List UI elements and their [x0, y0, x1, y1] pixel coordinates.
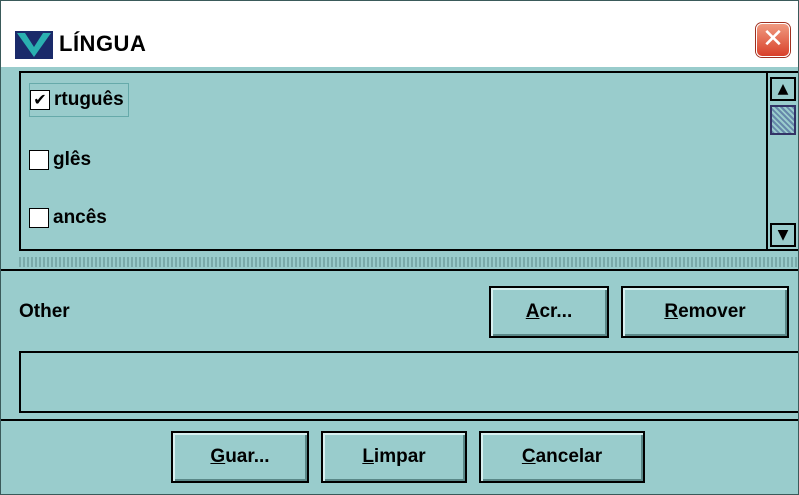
list-item-label: glês — [53, 149, 92, 170]
close-button[interactable]: ✕ — [756, 23, 790, 57]
divider — [1, 269, 798, 271]
checkbox-portugues[interactable]: ✔ — [30, 90, 50, 110]
button-label: cr... — [539, 301, 573, 322]
language-list[interactable]: ✔ rtuguês glês ancês ▲ ▼ — [19, 71, 798, 251]
divider — [1, 419, 798, 421]
button-label: ancelar — [535, 446, 603, 467]
save-button[interactable]: Guar... — [171, 431, 309, 483]
cancel-button[interactable]: Cancelar — [479, 431, 645, 483]
checkbox-frances[interactable] — [29, 208, 49, 228]
split-pane-divider[interactable] — [19, 257, 798, 267]
scroll-thumb[interactable] — [770, 105, 796, 135]
mnemonic: C — [521, 446, 536, 467]
arrow-up-icon: ▲ — [777, 81, 789, 97]
vertical-scrollbar[interactable]: ▲ ▼ — [766, 73, 798, 249]
mnemonic: R — [664, 301, 679, 322]
title-bar[interactable]: LÍNGUA ✕ — [1, 1, 798, 67]
remove-button[interactable]: Remover — [621, 286, 789, 338]
button-label: emover — [678, 301, 746, 322]
window-title: LÍNGUA — [59, 31, 147, 56]
other-label: Other — [19, 301, 70, 322]
button-label: impar — [373, 446, 426, 467]
mnemonic: A — [525, 301, 540, 322]
list-item-frances[interactable]: ancês — [29, 201, 107, 235]
mnemonic: G — [210, 446, 226, 467]
list-item-portugues[interactable]: ✔ rtuguês — [29, 83, 129, 117]
checkbox-ingles[interactable] — [29, 150, 49, 170]
arrow-down-icon: ▼ — [777, 227, 789, 243]
clear-button[interactable]: Limpar — [321, 431, 467, 483]
list-item-label: ancês — [53, 207, 107, 228]
language-dialog: LÍNGUA ✕ ✔ rtuguês glês ancês ▲ ▼ Other … — [0, 0, 799, 495]
list-item-ingles[interactable]: glês — [29, 143, 91, 177]
mnemonic: L — [362, 446, 374, 467]
list-item-label: rtuguês — [54, 89, 124, 110]
scroll-down-button[interactable]: ▼ — [770, 223, 796, 247]
app-logo-icon — [15, 31, 53, 59]
close-icon: ✕ — [762, 24, 784, 54]
scroll-up-button[interactable]: ▲ — [770, 77, 796, 101]
add-button[interactable]: Acr... — [489, 286, 609, 338]
button-label: uar... — [225, 446, 270, 467]
other-language-input[interactable] — [19, 351, 798, 413]
